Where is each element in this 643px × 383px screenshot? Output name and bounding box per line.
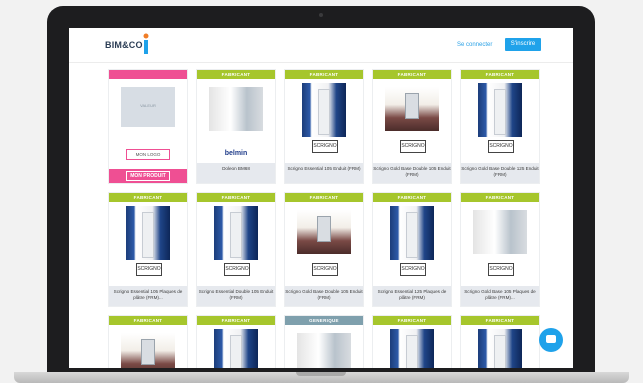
brand-logo: SCRIGNO — [312, 263, 338, 276]
product-image — [385, 87, 439, 131]
product-card[interactable]: FABRICANT SCRIGNO Scrigno Gold Base Doub… — [373, 70, 451, 183]
product-card[interactable]: FABRICANT — [109, 316, 187, 368]
product-card[interactable]: FABRICANT — [373, 316, 451, 368]
product-title: Scrigno Essential 125 Plaques de plâtre … — [373, 286, 451, 306]
product-card[interactable]: FABRICANT SCRIGNO Scrigno Essential 105 … — [285, 70, 363, 183]
brand-logo: SCRIGNO — [136, 263, 162, 276]
placeholder-label: VALEUR — [140, 103, 156, 108]
product-image — [473, 210, 527, 254]
my-product-footer[interactable]: MON PRODUIT — [109, 169, 187, 183]
product-card[interactable]: GENERIQUE — [285, 316, 363, 368]
card-tag — [109, 70, 187, 79]
brand-logo: SCRIGNO — [224, 263, 250, 276]
camera-icon — [319, 13, 323, 17]
card-tag: FABRICANT — [373, 70, 451, 79]
laptop-frame: BIM&CO Se connecter S'inscrire VALEUR MO… — [47, 6, 595, 376]
product-title: Scrigno Gold Base Double 125 Enduit (FRM… — [461, 163, 539, 183]
card-tag: FABRICANT — [461, 70, 539, 79]
card-tag: FABRICANT — [461, 316, 539, 325]
card-tag: FABRICANT — [285, 70, 363, 79]
product-title: Scrigno Essential 105 Enduit (FRM) — [285, 163, 363, 183]
product-image — [478, 83, 522, 137]
product-image — [297, 333, 351, 368]
brand-logo: SCRIGNO — [488, 263, 514, 276]
product-card[interactable]: FABRICANT SCRIGNO Scrigno Gold Base Doub… — [461, 70, 539, 183]
brand-logo: SCRIGNO — [488, 140, 514, 153]
site-header: BIM&CO Se connecter S'inscrire — [69, 28, 573, 63]
brand-logo: SCRIGNO — [400, 263, 426, 276]
product-title: Scrigno Gold Base Double 105 Enduit (FRM… — [285, 286, 363, 306]
browser-screen: BIM&CO Se connecter S'inscrire VALEUR MO… — [69, 28, 573, 368]
product-title: Scrigno Gold Base 105 Plaques de plâtre … — [461, 286, 539, 306]
product-card[interactable]: FABRICANT belmin Doleon BM68 — [197, 70, 275, 183]
card-tag: FABRICANT — [285, 193, 363, 202]
product-title: Scrigno Gold Base Double 105 Enduit (FRM… — [373, 163, 451, 183]
my-logo-button[interactable]: MON LOGO — [126, 149, 170, 160]
product-card[interactable]: FABRICANT — [197, 316, 275, 368]
card-tag: FABRICANT — [373, 316, 451, 325]
card-tag: FABRICANT — [197, 193, 275, 202]
site-logo[interactable]: BIM&CO — [105, 40, 143, 50]
card-tag: FABRICANT — [109, 193, 187, 202]
placeholder-image: VALEUR — [121, 87, 175, 127]
card-tag: FABRICANT — [197, 70, 275, 79]
card-tag: FABRICANT — [373, 193, 451, 202]
my-product-label: MON PRODUIT — [126, 171, 170, 181]
product-card[interactable]: FABRICANT SCRIGNO Scrigno Essential 105 … — [109, 193, 187, 306]
product-image — [390, 329, 434, 368]
base-notch — [296, 372, 346, 376]
logo-mark-icon — [143, 33, 149, 54]
product-image — [478, 329, 522, 368]
product-image — [121, 333, 175, 368]
signup-button[interactable]: S'inscrire — [505, 38, 541, 51]
laptop-base — [14, 372, 629, 383]
card-tag: FABRICANT — [109, 316, 187, 325]
brand-logo: belmin — [224, 150, 248, 157]
card-tag: FABRICANT — [461, 193, 539, 202]
product-image — [297, 210, 351, 254]
product-card[interactable]: FABRICANT SCRIGNO Scrigno Gold Base 105 … — [461, 193, 539, 306]
product-card[interactable]: FABRICANT SCRIGNO Scrigno Gold Base Doub… — [285, 193, 363, 306]
card-tag: FABRICANT — [197, 316, 275, 325]
promo-card[interactable]: VALEUR MON LOGO MON PRODUIT — [109, 70, 187, 183]
brand-logo: SCRIGNO — [400, 140, 426, 153]
product-card[interactable]: FABRICANT SCRIGNO Scrigno Essential Doub… — [197, 193, 275, 306]
product-card[interactable]: FABRICANT SCRIGNO Scrigno Essential 125 … — [373, 193, 451, 306]
chat-icon[interactable] — [539, 328, 563, 352]
product-image — [126, 206, 170, 260]
product-image — [214, 329, 258, 368]
brand-logo: SCRIGNO — [312, 140, 338, 153]
product-title: Scrigno Essential 105 Plaques de plâtre … — [109, 286, 187, 306]
product-image — [209, 87, 263, 131]
product-image — [390, 206, 434, 260]
login-link[interactable]: Se connecter — [457, 42, 492, 48]
product-title: Doleon BM68 — [197, 163, 275, 183]
product-image — [302, 83, 346, 137]
product-card[interactable]: FABRICANT — [461, 316, 539, 368]
card-tag: GENERIQUE — [285, 316, 363, 325]
product-image — [214, 206, 258, 260]
product-title: Scrigno Essential Double 105 Enduit (FRM… — [197, 286, 275, 306]
